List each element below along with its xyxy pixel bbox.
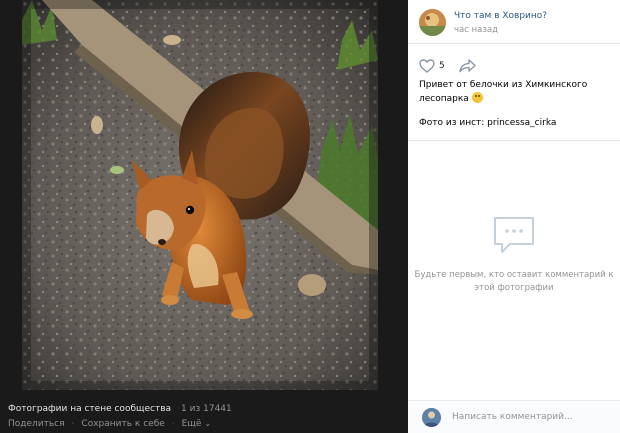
more-label: Ещё	[181, 419, 202, 429]
divider	[408, 140, 620, 141]
album-title[interactable]: Фотографии на стене сообщества	[8, 404, 171, 414]
community-name-link[interactable]: Что там в Ховрино?	[454, 11, 547, 21]
squirrel-image	[22, 0, 378, 390]
photo-counter: 1 из 17441	[181, 404, 232, 414]
community-avatar[interactable]	[419, 9, 446, 36]
save-to-profile-button[interactable]: Сохранить к себе	[81, 419, 164, 429]
comments-empty-icon	[494, 217, 534, 253]
comments-empty-state: Будьте первым, кто оставит комментарий к…	[408, 215, 620, 295]
post-time[interactable]: час назад	[454, 25, 498, 35]
photo-credit: Фото из инст: princessa_cirka	[419, 118, 557, 128]
user-avatar[interactable]	[422, 408, 441, 427]
more-button[interactable]: Ещё ⌄	[182, 419, 211, 429]
smiling-emoji-icon	[471, 92, 483, 103]
heart-icon	[419, 59, 435, 73]
caption-text: Привет от белочки из Химкинского лесопар…	[419, 80, 588, 104]
share-button[interactable]: Поделиться	[8, 419, 65, 429]
post-actions: 5	[419, 57, 476, 75]
like-button[interactable]: 5	[419, 59, 445, 73]
comment-bar	[408, 400, 620, 433]
share-post-button[interactable]	[459, 59, 476, 73]
separator-dot: ·	[71, 419, 75, 429]
chevron-down-icon: ⌄	[204, 419, 212, 428]
share-arrow-icon	[459, 59, 476, 73]
post-header: Что там в Ховрино? час назад	[408, 0, 620, 44]
post-caption: Привет от белочки из Химкинского лесопар…	[419, 79, 615, 106]
separator-dot: ·	[171, 419, 175, 429]
like-count: 5	[439, 61, 445, 71]
viewer-footer: Фотографии на стене сообщества 1 из 1744…	[0, 398, 408, 433]
squirrel-photo[interactable]	[22, 0, 378, 390]
comment-input[interactable]	[452, 407, 612, 427]
avatar-image	[419, 9, 446, 36]
info-panel: Что там в Ховрино? час назад 5 Привет от…	[408, 0, 620, 433]
empty-comments-text: Будьте первым, кто оставит комментарий к…	[414, 270, 614, 293]
photo-viewer: Фотографии на стене сообщества 1 из 1744…	[0, 0, 408, 433]
user-avatar-image	[422, 408, 441, 427]
